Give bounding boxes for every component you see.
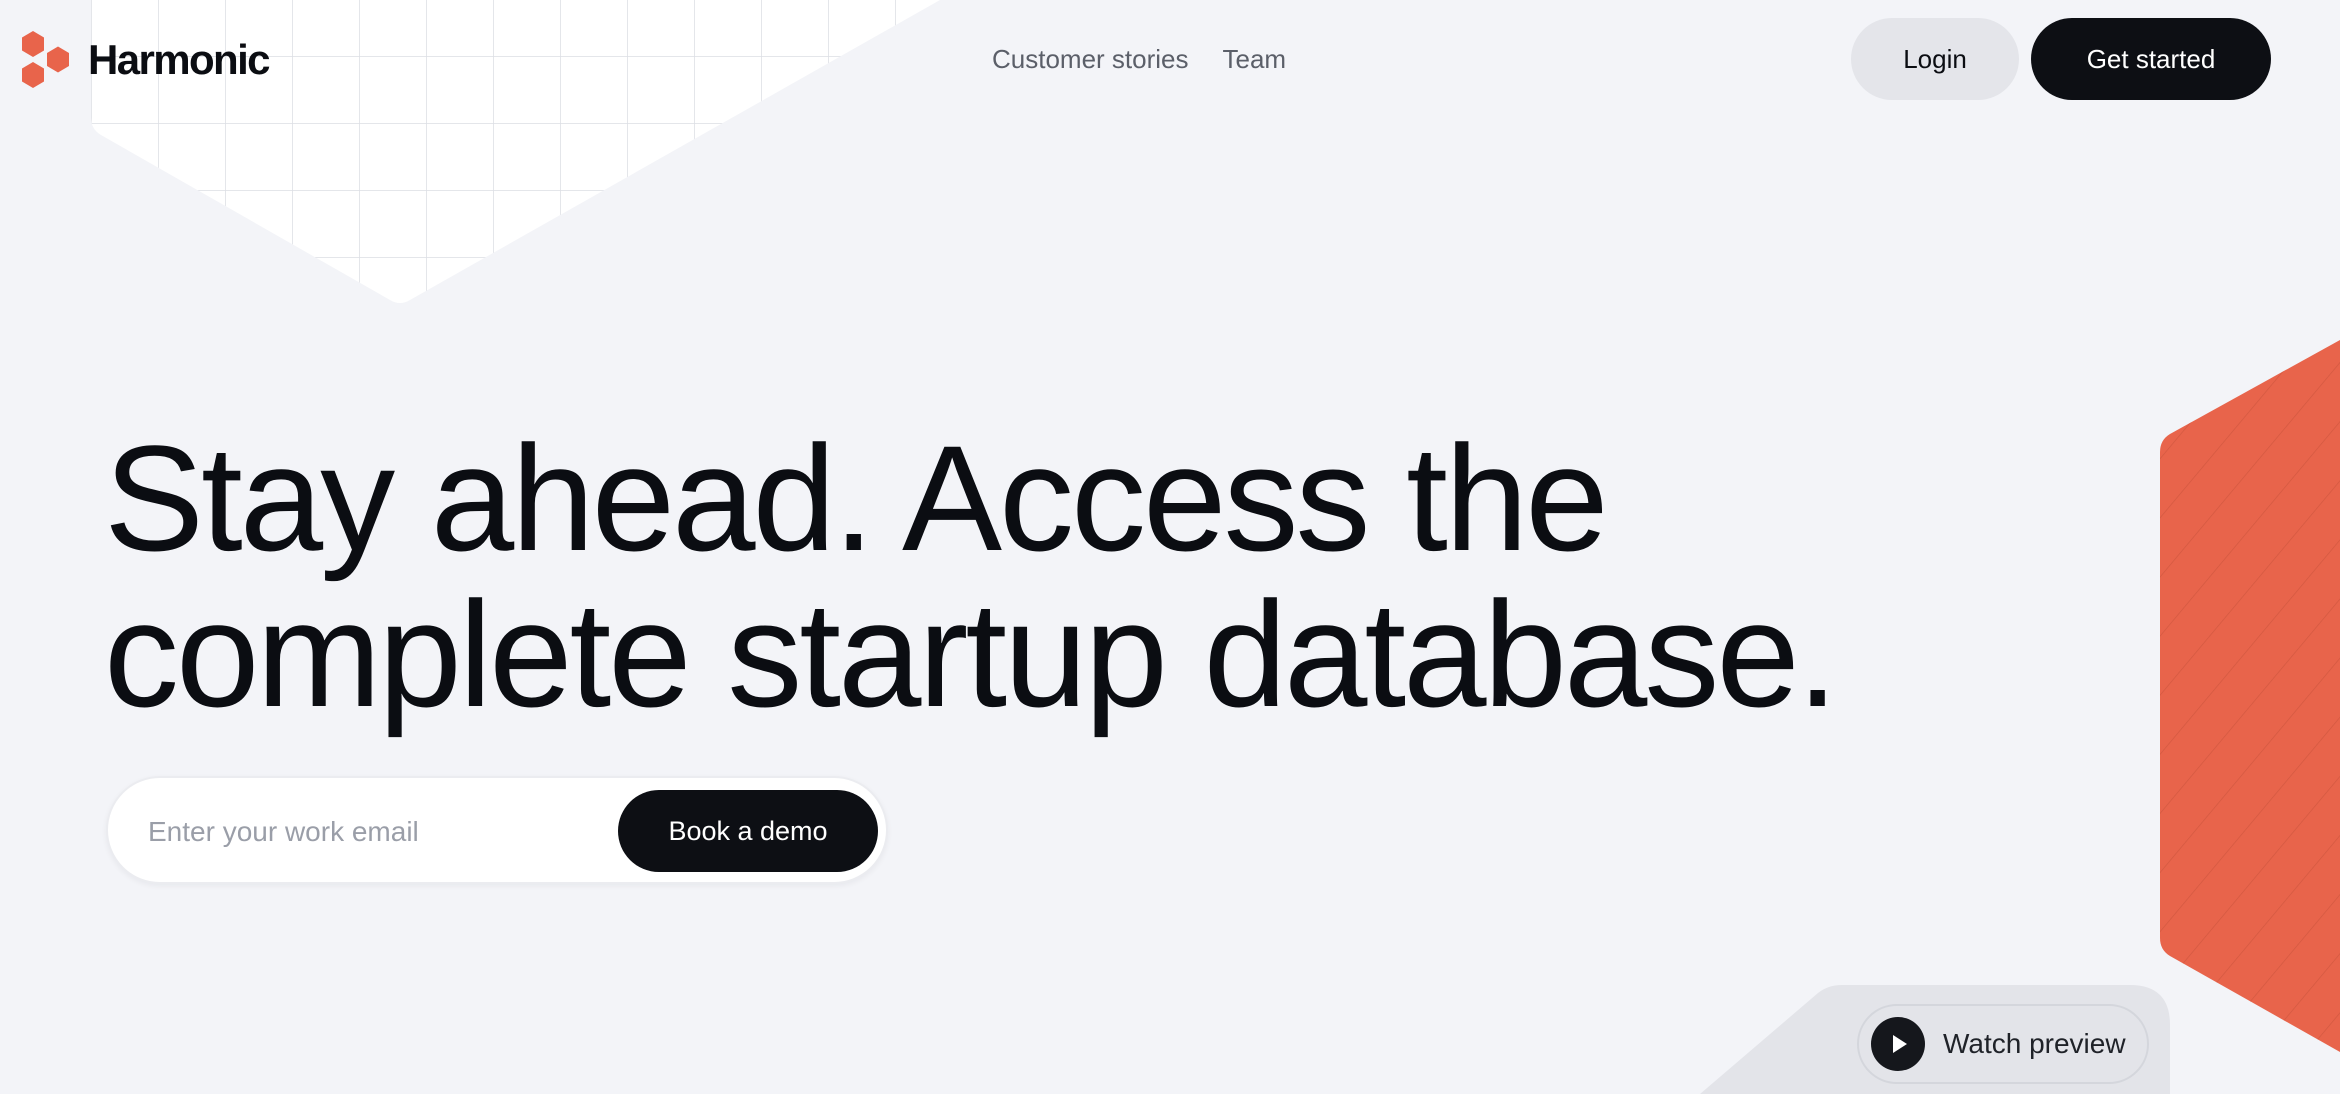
- book-demo-button[interactable]: Book a demo: [618, 790, 878, 872]
- nav-link-customer-stories[interactable]: Customer stories: [992, 40, 1189, 78]
- hero-headline-line-1: Stay ahead. Access the: [104, 414, 1609, 582]
- play-icon: [1871, 1017, 1925, 1071]
- login-button[interactable]: Login: [1851, 18, 2019, 100]
- watch-preview-button[interactable]: Watch preview: [1857, 1004, 2149, 1084]
- get-started-button[interactable]: Get started: [2031, 18, 2271, 100]
- nav-link-team[interactable]: Team: [1223, 40, 1287, 78]
- site-header: Harmonic Customer stories Team Login Get…: [0, 0, 2340, 120]
- hero-headline-line-2: complete startup database.: [104, 570, 1838, 738]
- orange-hexagon-decoration: [2160, 340, 2340, 1052]
- logo-link[interactable]: Harmonic: [20, 30, 271, 90]
- email-signup-form: Book a demo: [106, 776, 888, 884]
- main-nav: Customer stories Team: [992, 40, 1286, 78]
- watch-preview-label: Watch preview: [1943, 1028, 2126, 1059]
- hero-headline: Stay ahead. Access the complete startup …: [104, 420, 2004, 732]
- brand-name: Harmonic: [88, 36, 271, 83]
- hexagon-logo-icon: [22, 31, 69, 88]
- work-email-input[interactable]: [146, 806, 670, 858]
